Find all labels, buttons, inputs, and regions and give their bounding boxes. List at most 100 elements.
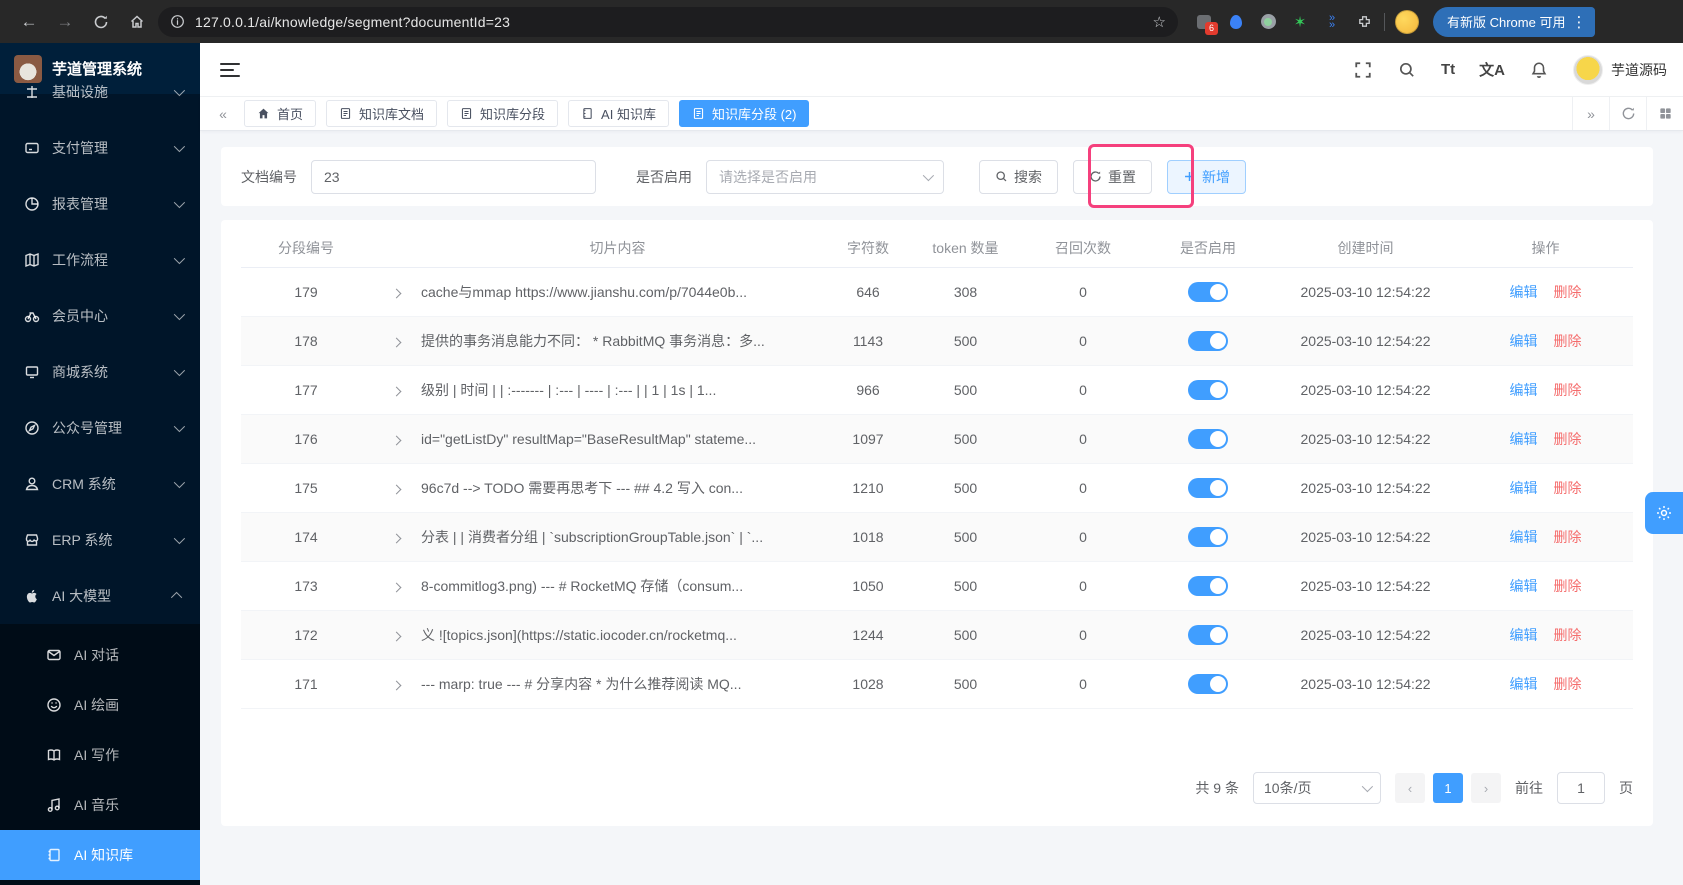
enabled-toggle[interactable] (1188, 674, 1228, 694)
char-count: 646 (856, 284, 880, 300)
enabled-toggle[interactable] (1188, 331, 1228, 351)
extension-icon-balloon[interactable] (1226, 12, 1246, 32)
browser-back-button[interactable]: ← (14, 7, 44, 37)
tab-home[interactable]: 首页 (244, 100, 317, 127)
delete-link[interactable]: 删除 (1554, 282, 1582, 302)
sidebar-item-ai[interactable]: AI 大模型 (0, 568, 200, 624)
browser-home-button[interactable] (122, 7, 152, 37)
tab-knowledge-segment[interactable]: 知识库分段 (447, 100, 559, 127)
edit-link[interactable]: 编辑 (1510, 527, 1538, 547)
sidebar-item-member[interactable]: 会员中心 (0, 288, 200, 344)
chrome-update-pill[interactable]: 有新版 Chrome 可用 ⋮ (1433, 6, 1596, 37)
char-count: 1028 (852, 676, 884, 692)
enabled-toggle[interactable] (1188, 576, 1228, 596)
add-button[interactable]: 新增 (1167, 159, 1246, 194)
browser-forward-button[interactable]: → (50, 7, 80, 37)
expand-row-icon[interactable] (391, 533, 401, 544)
extensions-puzzle-icon[interactable] (1354, 12, 1374, 32)
edit-link[interactable]: 编辑 (1510, 331, 1538, 351)
next-page-button[interactable]: › (1471, 773, 1501, 803)
expand-row-icon[interactable] (391, 435, 401, 446)
enable-filter-select[interactable]: 请选择是否启用 (706, 159, 944, 194)
edit-link[interactable]: 编辑 (1510, 576, 1538, 596)
enabled-toggle[interactable] (1188, 527, 1228, 547)
enabled-toggle[interactable] (1188, 478, 1228, 498)
col-header-chars: 字符数 (847, 239, 889, 256)
enabled-toggle[interactable] (1188, 429, 1228, 449)
sidebar-item-ai-write[interactable]: AI 写作 (0, 730, 200, 780)
search-button[interactable]: 搜索 (979, 159, 1058, 194)
user-menu[interactable]: 芋道源码 (1573, 54, 1667, 85)
theme-settings-button[interactable] (1645, 492, 1683, 534)
sidebar-item-ai-music[interactable]: AI 音乐 (0, 780, 200, 830)
layout-grid-icon[interactable] (1646, 97, 1683, 130)
sidebar-item-official-account[interactable]: 公众号管理 (0, 400, 200, 456)
delete-link[interactable]: 删除 (1554, 527, 1582, 547)
current-page-button[interactable]: 1 (1433, 773, 1463, 803)
edit-link[interactable]: 编辑 (1510, 380, 1538, 400)
extension-icon-layers[interactable]: »» (1322, 12, 1342, 32)
expand-row-icon[interactable] (391, 288, 401, 299)
home-icon (258, 108, 269, 119)
tab-ai-knowledge[interactable]: AI 知识库 (568, 100, 669, 127)
enabled-toggle[interactable] (1188, 282, 1228, 302)
expand-row-icon[interactable] (391, 582, 401, 593)
search-icon[interactable] (1397, 60, 1417, 80)
font-size-icon[interactable]: Tt (1441, 61, 1455, 78)
sidebar-item-ai-draw[interactable]: AI 绘画 (0, 680, 200, 730)
browser-menu-icon[interactable]: ⋮ (1571, 13, 1587, 31)
enabled-toggle[interactable] (1188, 625, 1228, 645)
goto-page-input[interactable]: 1 (1557, 772, 1605, 804)
notification-bell-icon[interactable] (1529, 60, 1549, 80)
sidebar-item-ai-knowledge[interactable]: AI 知识库 (0, 830, 200, 880)
extension-icon-red[interactable]: 6 (1194, 12, 1218, 35)
sidebar-item-ai-chat[interactable]: AI 对话 (0, 630, 200, 680)
edit-link[interactable]: 编辑 (1510, 282, 1538, 302)
expand-row-icon[interactable] (391, 386, 401, 397)
address-bar[interactable]: 127.0.0.1/ai/knowledge/segment?documentI… (158, 6, 1178, 37)
delete-link[interactable]: 删除 (1554, 331, 1582, 351)
sidebar-item-crm[interactable]: CRM 系统 (0, 456, 200, 512)
delete-link[interactable]: 删除 (1554, 478, 1582, 498)
edit-link[interactable]: 编辑 (1510, 478, 1538, 498)
tabs-scroll-right-icon[interactable]: » (1572, 97, 1609, 130)
fullscreen-icon[interactable] (1353, 60, 1373, 80)
expand-row-icon[interactable] (391, 484, 401, 495)
expand-row-icon[interactable] (391, 680, 401, 691)
extension-icon-circle[interactable] (1258, 12, 1278, 32)
edit-link[interactable]: 编辑 (1510, 674, 1538, 694)
tabs-scroll-left-icon[interactable]: « (210, 106, 236, 122)
tab-knowledge-segment-2[interactable]: 知识库分段 (2) (678, 100, 810, 127)
url-text[interactable]: 127.0.0.1/ai/knowledge/segment?documentI… (195, 14, 1143, 30)
tab-knowledge-doc[interactable]: 知识库文档 (326, 100, 438, 127)
sidebar-item-mall[interactable]: 商城系统 (0, 344, 200, 400)
translate-icon[interactable]: 文A (1479, 59, 1505, 80)
browser-reload-button[interactable] (86, 7, 116, 37)
sidebar-item-workflow[interactable]: 工作流程 (0, 232, 200, 288)
expand-row-icon[interactable] (391, 337, 401, 348)
delete-link[interactable]: 删除 (1554, 674, 1582, 694)
prev-page-button[interactable]: ‹ (1395, 773, 1425, 803)
sidebar-item-erp[interactable]: ERP 系统 (0, 512, 200, 568)
expand-row-icon[interactable] (391, 631, 401, 642)
delete-link[interactable]: 删除 (1554, 625, 1582, 645)
recall-count: 0 (1079, 578, 1087, 594)
sidebar-item-report[interactable]: 报表管理 (0, 176, 200, 232)
chevron-down-icon (1361, 780, 1374, 793)
edit-link[interactable]: 编辑 (1510, 625, 1538, 645)
bookmark-star-icon[interactable]: ☆ (1153, 13, 1166, 31)
doc-id-input[interactable]: 23 (311, 159, 596, 194)
site-info-icon[interactable] (170, 14, 185, 29)
edit-link[interactable]: 编辑 (1510, 429, 1538, 449)
enabled-toggle[interactable] (1188, 380, 1228, 400)
browser-profile-avatar[interactable] (1395, 9, 1419, 34)
collapse-menu-icon[interactable] (220, 62, 240, 77)
delete-link[interactable]: 删除 (1554, 429, 1582, 449)
delete-link[interactable]: 删除 (1554, 380, 1582, 400)
refresh-page-icon[interactable] (1609, 97, 1646, 130)
delete-link[interactable]: 删除 (1554, 576, 1582, 596)
page-size-select[interactable]: 10条/页 (1253, 772, 1381, 804)
reset-button[interactable]: 重置 (1073, 159, 1152, 194)
sidebar-item-payment[interactable]: 支付管理 (0, 120, 200, 176)
extension-icon-star[interactable]: ✶ (1290, 12, 1310, 32)
